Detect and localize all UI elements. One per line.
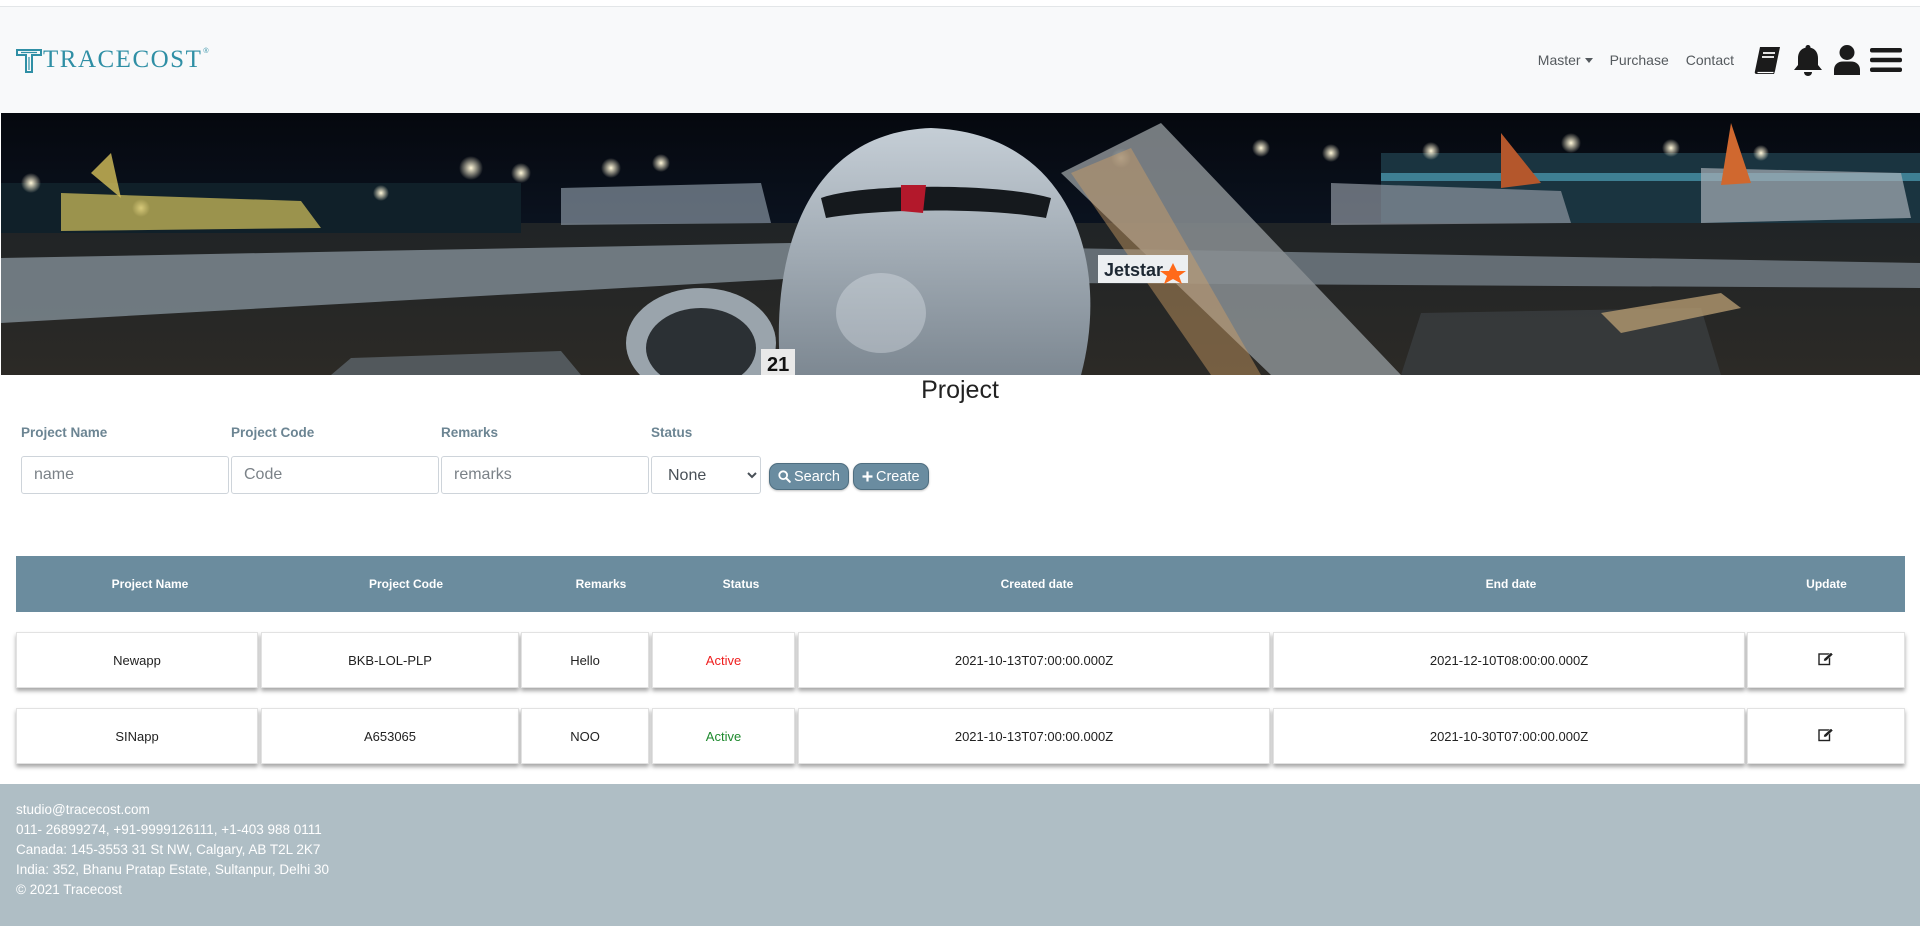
footer-email[interactable]: studio@tracecost.com <box>16 800 1904 820</box>
plus-icon <box>862 471 873 482</box>
create-button[interactable]: Create <box>853 463 929 490</box>
status-label: Status <box>651 425 693 440</box>
cell-project-code: BKB-LOL-PLP <box>261 632 519 688</box>
column-header-end-date[interactable]: End date <box>1274 556 1748 612</box>
nav-master-dropdown[interactable]: Master <box>1538 52 1593 68</box>
nav-purchase-link[interactable]: Purchase <box>1610 52 1669 68</box>
cell-project-code: A653065 <box>261 708 519 764</box>
column-header-created-date[interactable]: Created date <box>800 556 1274 612</box>
column-header-remarks[interactable]: Remarks <box>528 556 674 612</box>
table-row: SINapp A653065 NOO Active 2021-10-13T07:… <box>16 708 1905 764</box>
hero-stand-number: 21 <box>767 354 789 375</box>
nav-links: Master Purchase Contact <box>1538 7 1920 113</box>
filter-status: Status None <box>651 426 763 494</box>
project-code-label: Project Code <box>231 425 315 440</box>
table-header: Project Name Project Code Remarks Status… <box>16 556 1905 612</box>
cell-created-date: 2021-10-13T07:00:00.000Z <box>798 708 1270 764</box>
cell-created-date: 2021-10-13T07:00:00.000Z <box>798 632 1270 688</box>
remarks-input[interactable] <box>441 456 649 494</box>
nav-master-label: Master <box>1537 52 1581 68</box>
filter-remarks: Remarks <box>441 426 649 494</box>
navbar: TRACECOST ® Master Purchase Contact <box>0 7 1920 113</box>
hamburger-menu-icon[interactable] <box>1870 42 1902 78</box>
remarks-label: Remarks <box>441 425 499 440</box>
edit-icon[interactable] <box>1818 710 1834 766</box>
project-name-label: Project Name <box>21 425 108 440</box>
column-header-project-name[interactable]: Project Name <box>16 556 284 612</box>
cell-remarks: Hello <box>521 632 649 688</box>
book-icon[interactable] <box>1751 42 1783 78</box>
cell-status: Active <box>652 632 795 688</box>
project-name-input[interactable] <box>21 456 229 494</box>
filter-project-code: Project Code <box>231 426 439 494</box>
hero-banner-image: Jetstar 21 <box>1 113 1920 375</box>
cell-status: Active <box>652 708 795 764</box>
search-icon <box>778 470 791 483</box>
footer-copyright: © 2021 Tracecost <box>16 882 123 897</box>
brand-registered-mark: ® <box>203 47 209 55</box>
cell-update <box>1747 632 1905 688</box>
caret-down-icon <box>1584 57 1593 63</box>
page-title: Project <box>921 376 999 404</box>
cell-end-date: 2021-12-10T08:00:00.000Z <box>1273 632 1745 688</box>
cell-remarks: NOO <box>521 708 649 764</box>
user-icon[interactable] <box>1833 42 1861 78</box>
top-rule <box>0 0 1920 7</box>
tracecost-logo-icon <box>16 47 42 73</box>
column-header-project-code[interactable]: Project Code <box>260 556 552 612</box>
brand-logo[interactable]: TRACECOST ® <box>16 45 209 75</box>
table-row: Newapp BKB-LOL-PLP Hello Active 2021-10-… <box>16 632 1905 688</box>
footer-phones: 011- 26899274, +91-9999126111, +1-403 98… <box>16 822 322 837</box>
bell-icon[interactable] <box>1792 42 1824 78</box>
edit-icon[interactable] <box>1818 634 1834 690</box>
footer: studio@tracecost.com 011- 26899274, +91-… <box>0 784 1920 926</box>
cell-update <box>1747 708 1905 764</box>
cell-end-date: 2021-10-30T07:00:00.000Z <box>1273 708 1745 764</box>
cell-project-name: SINapp <box>16 708 258 764</box>
brand-name: TRACECOST <box>43 46 203 73</box>
create-button-label: Create <box>876 468 920 485</box>
footer-canada-address: Canada: 145-3553 31 St NW, Calgary, AB T… <box>16 842 321 857</box>
footer-india-address: India: 352, Bhanu Pratap Estate, Sultanp… <box>16 862 329 877</box>
project-code-input[interactable] <box>231 456 439 494</box>
column-header-update: Update <box>1806 577 1847 591</box>
status-select[interactable]: None <box>651 456 761 494</box>
nav-contact-link[interactable]: Contact <box>1686 52 1734 68</box>
hero-tail-text: Jetstar <box>1104 260 1163 280</box>
search-button[interactable]: Search <box>769 463 849 490</box>
search-button-label: Search <box>794 468 840 485</box>
filter-project-name: Project Name <box>21 426 229 494</box>
cell-project-name: Newapp <box>16 632 258 688</box>
